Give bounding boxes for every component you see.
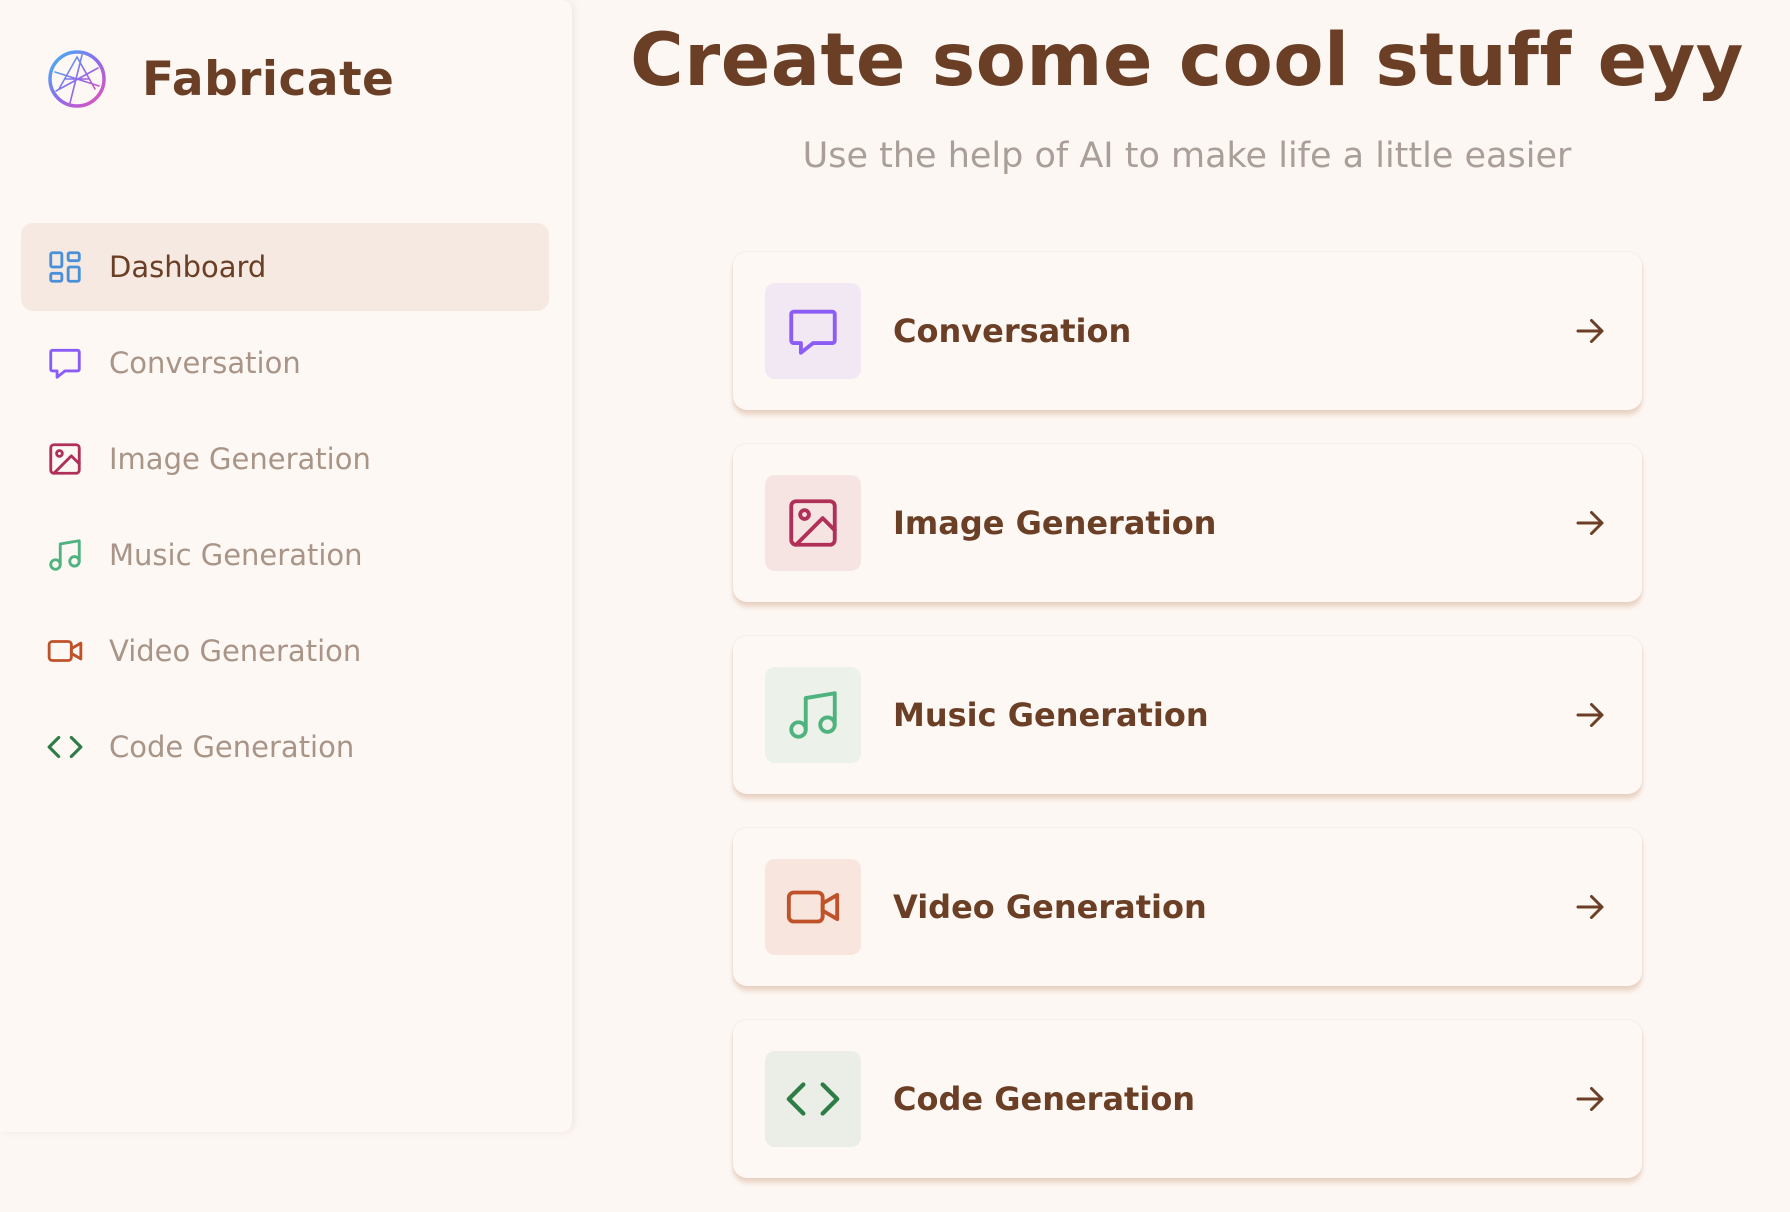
- tool-card-video-generation[interactable]: Video Generation: [733, 828, 1642, 986]
- tool-card-label: Image Generation: [893, 504, 1217, 542]
- tool-card-label: Video Generation: [893, 888, 1207, 926]
- tool-card-label: Code Generation: [893, 1080, 1196, 1118]
- sidebar-item-label: Music Generation: [109, 538, 363, 572]
- video-icon: [765, 859, 861, 955]
- image-icon: [45, 439, 85, 479]
- tool-card-image-generation[interactable]: Image Generation: [733, 444, 1642, 602]
- sidebar-item-code-generation[interactable]: Code Generation: [21, 703, 549, 791]
- arrow-right-icon: [1576, 1087, 1604, 1111]
- code-icon: [45, 727, 85, 767]
- sidebar-item-image-generation[interactable]: Image Generation: [21, 415, 549, 503]
- sidebar-nav: Dashboard Conversation Image Generation: [21, 223, 549, 799]
- sidebar-item-music-generation[interactable]: Music Generation: [21, 511, 549, 599]
- tool-card-music-generation[interactable]: Music Generation: [733, 636, 1642, 794]
- tool-list: Conversation Image Generation Music Gene…: [733, 252, 1642, 1212]
- music-icon: [45, 535, 85, 575]
- arrow-right-icon: [1576, 895, 1604, 919]
- fabricate-logo-icon: [48, 50, 106, 108]
- tool-card-label: Music Generation: [893, 696, 1209, 734]
- brand[interactable]: Fabricate: [46, 48, 394, 110]
- tool-card-conversation[interactable]: Conversation: [733, 252, 1642, 410]
- sidebar-item-label: Video Generation: [109, 634, 362, 668]
- sidebar-item-label: Dashboard: [109, 250, 267, 284]
- sidebar-item-video-generation[interactable]: Video Generation: [21, 607, 549, 695]
- tool-card-label: Conversation: [893, 312, 1132, 350]
- sidebar: Fabricate Dashboard Conversation Image G…: [0, 0, 572, 1132]
- app-name: Fabricate: [142, 51, 395, 107]
- code-icon: [765, 1051, 861, 1147]
- sidebar-item-conversation[interactable]: Conversation: [21, 319, 549, 407]
- page-title: Create some cool stuff eyy: [630, 18, 1744, 103]
- message-square-icon: [45, 343, 85, 383]
- arrow-right-icon: [1576, 703, 1604, 727]
- main-content: Create some cool stuff eyy Use the help …: [572, 0, 1790, 1178]
- arrow-right-icon: [1576, 511, 1604, 535]
- video-icon: [45, 631, 85, 671]
- sidebar-item-label: Image Generation: [109, 442, 371, 476]
- dashboard-icon: [45, 247, 85, 287]
- arrow-right-icon: [1576, 319, 1604, 343]
- page-subtitle: Use the help of AI to make life a little…: [802, 136, 1572, 176]
- message-square-icon: [765, 283, 861, 379]
- sidebar-item-label: Conversation: [109, 346, 301, 380]
- sidebar-item-label: Code Generation: [109, 730, 355, 764]
- music-icon: [765, 667, 861, 763]
- image-icon: [765, 475, 861, 571]
- sidebar-item-dashboard[interactable]: Dashboard: [21, 223, 549, 311]
- tool-card-code-generation[interactable]: Code Generation: [733, 1020, 1642, 1178]
